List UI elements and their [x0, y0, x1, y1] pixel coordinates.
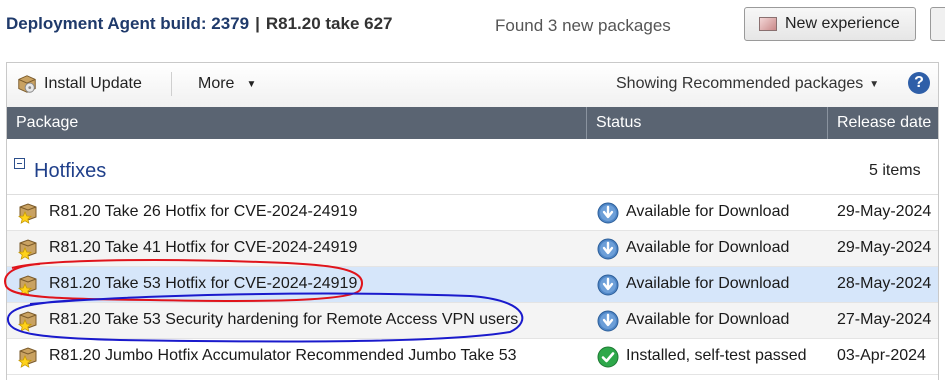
group-title: Hotfixes	[34, 160, 107, 182]
package-filter-dropdown[interactable]: Showing Recommended packages ▼	[616, 70, 879, 98]
package-status: Available for Download	[626, 275, 790, 292]
build-label: Deployment Agent build: 2379	[6, 14, 250, 33]
group-row-hotfixes	[7, 139, 938, 195]
table-row[interactable]: R81.20 Jumbo Hotfix Accumulator Recommen…	[7, 339, 938, 375]
overflow-button[interactable]	[930, 7, 945, 41]
column-header-package[interactable]: Package	[7, 107, 586, 139]
table-row[interactable]: R81.20 Take 41 Hotfix for CVE-2024-24919…	[7, 231, 938, 267]
package-status: Available for Download	[626, 203, 790, 220]
chevron-down-icon: ▼	[246, 78, 257, 90]
download-icon	[597, 202, 619, 224]
download-icon	[597, 310, 619, 332]
build-info: Deployment Agent build: 2379 | R81.20 take…	[6, 14, 393, 34]
package-status: Available for Download	[626, 311, 790, 328]
download-icon	[597, 274, 619, 296]
more-label: More	[198, 75, 235, 92]
table-header: Package Status Release date	[7, 107, 938, 139]
package-box-icon	[18, 75, 36, 93]
found-packages-text: Found 3 new packages	[495, 16, 671, 35]
package-name: R81.20 Take 53 Security hardening for Re…	[49, 311, 519, 328]
group-item-count: 5 items	[869, 162, 921, 179]
new-experience-label: New experience	[785, 15, 900, 32]
release-date: 03-Apr-2024	[837, 347, 926, 364]
release-date: 29-May-2024	[837, 239, 932, 256]
hotfix-package-icon	[17, 311, 37, 332]
table-row[interactable]: R81.20 Take 53 Security hardening for Re…	[7, 303, 938, 339]
table-row[interactable]: R81.20 Take 53 Hotfix for CVE-2024-24919…	[7, 267, 938, 303]
collapse-icon[interactable]	[14, 158, 25, 169]
release-date: 27-May-2024	[837, 311, 932, 328]
hotfix-package-icon	[17, 275, 37, 296]
release-date: 28-May-2024	[837, 275, 932, 292]
caret-down-icon: ▼	[869, 78, 880, 90]
hotfix-package-icon	[17, 239, 37, 260]
version-label: R81.20 take 627	[265, 14, 393, 33]
build-separator: |	[255, 14, 260, 33]
table-row[interactable]: R81.20 Take 26 Hotfix for CVE-2024-24919…	[7, 195, 938, 231]
hotfix-package-icon	[17, 203, 37, 224]
package-name: R81.20 Take 53 Hotfix for CVE-2024-24919	[49, 275, 358, 292]
package-name: R81.20 Take 26 Hotfix for CVE-2024-24919	[49, 203, 358, 220]
install-update-label: Install Update	[44, 75, 142, 92]
download-icon	[597, 238, 619, 260]
column-header-status[interactable]: Status	[587, 107, 827, 139]
showing-label: Showing Recommended packages	[616, 75, 864, 92]
package-status: Installed, self-test passed	[626, 347, 807, 364]
package-name: R81.20 Take 41 Hotfix for CVE-2024-24919	[49, 239, 358, 256]
hotfix-package-icon	[17, 347, 37, 368]
install-update-button[interactable]: Install Update	[16, 70, 142, 98]
package-name: R81.20 Jumbo Hotfix Accumulator Recommen…	[49, 347, 517, 364]
release-date: 29-May-2024	[837, 203, 932, 220]
check-icon	[597, 346, 619, 368]
new-experience-button[interactable]: New experience	[744, 7, 916, 41]
column-header-release-date[interactable]: Release date	[828, 107, 938, 139]
package-status: Available for Download	[626, 239, 790, 256]
more-menu-button[interactable]: More ▼	[198, 70, 256, 98]
new-experience-icon	[759, 17, 777, 31]
toolbar-divider	[171, 72, 172, 96]
help-icon[interactable]: ?	[908, 72, 930, 94]
